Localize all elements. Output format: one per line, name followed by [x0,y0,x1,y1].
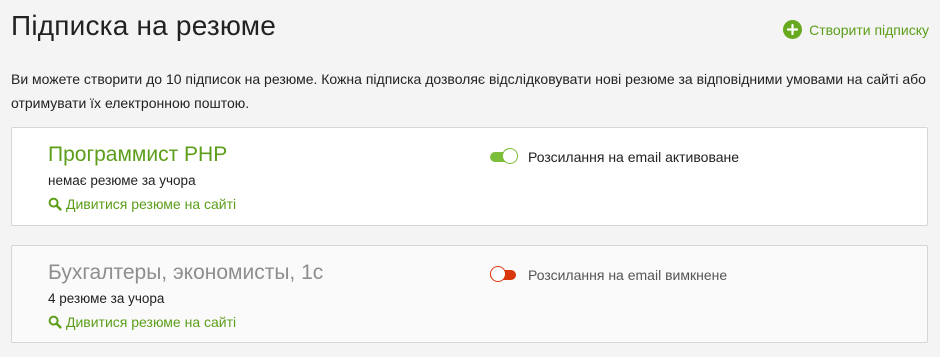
intro-text: Ви можете створити до 10 підписок на рез… [11,71,926,111]
page-title: Підписка на резюме [11,10,276,41]
toggle-switch-off[interactable] [490,266,518,284]
plus-circle-icon [783,20,803,39]
search-icon [48,315,62,329]
subscription-title[interactable]: Программист PHP [48,143,227,167]
subscription-title[interactable]: Бухгалтеры, экономисты, 1с [48,261,323,285]
subscription-card: Бухгалтеры, экономисты, 1с 4 резюме за у… [11,245,928,343]
toggle-switch-on[interactable] [490,148,518,166]
create-subscription-label: Створити підписку [809,21,929,38]
subscription-summary: немає резюме за учора [48,173,196,188]
subscription-summary: 4 резюме за учора [48,291,165,306]
email-toggle[interactable]: Розсилання на email активоване [490,148,739,166]
email-toggle[interactable]: Розсилання на email вимкнене [490,266,727,284]
view-resumes-label: Дивитися резюме на сайті [66,314,237,330]
subscription-card: Программист PHP немає резюме за учора Ди… [11,127,928,226]
view-resumes-link[interactable]: Дивитися резюме на сайті [48,196,236,212]
view-resumes-label: Дивитися резюме на сайті [66,196,237,212]
search-icon [48,197,62,211]
email-status-label: Розсилання на email активоване [528,149,740,165]
view-resumes-link[interactable]: Дивитися резюме на сайті [48,314,236,330]
create-subscription-button[interactable]: Створити підписку [783,20,929,39]
email-status-label: Розсилання на email вимкнене [528,267,728,283]
